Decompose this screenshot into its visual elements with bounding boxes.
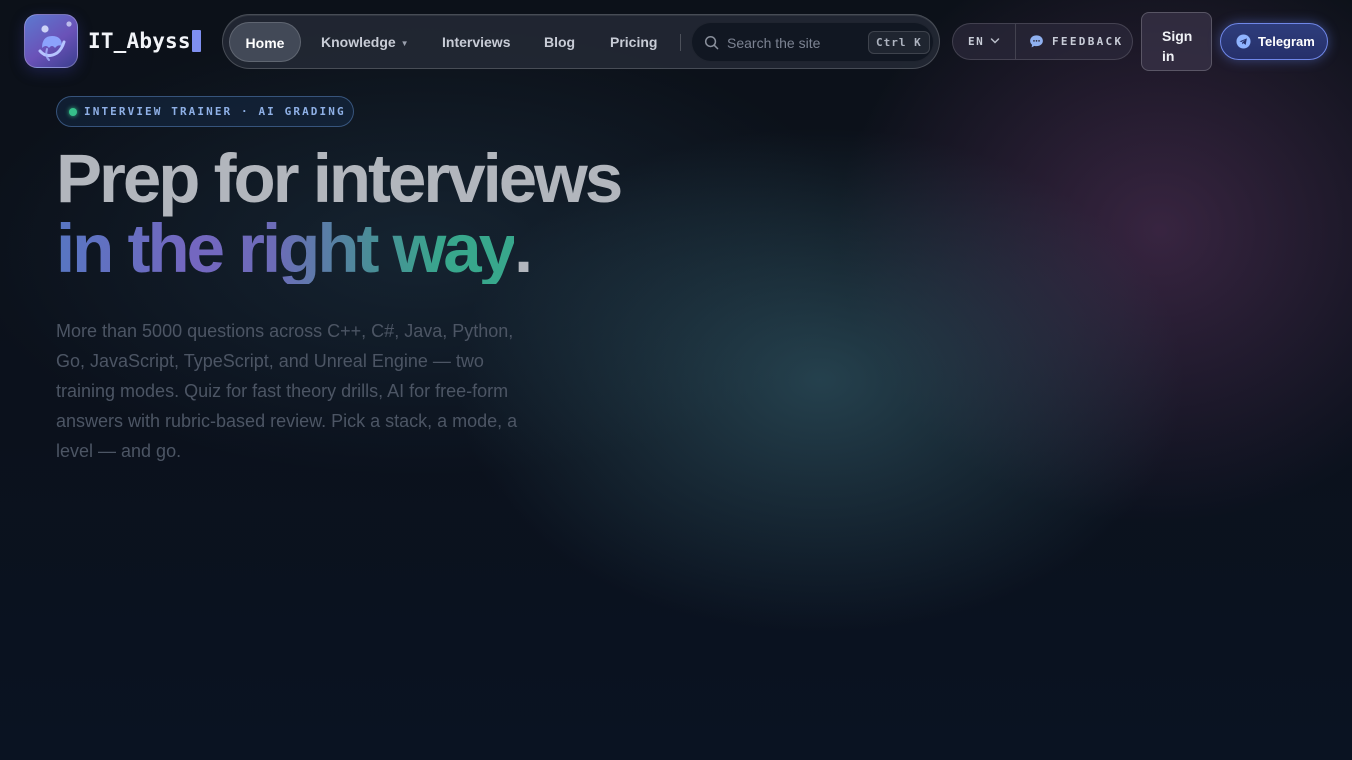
brand-name-text: IT_Abyss [88, 29, 191, 53]
status-dot-icon [69, 108, 77, 116]
search-icon [704, 35, 719, 50]
sign-in-button[interactable]: Sign in [1141, 12, 1212, 71]
telegram-label: Telegram [1258, 34, 1315, 49]
nav-divider [680, 34, 681, 51]
search-input[interactable] [727, 32, 862, 54]
hero-title-dot: . [514, 210, 533, 287]
jellyfish-icon [24, 14, 78, 68]
nav-interviews[interactable]: Interviews [442, 22, 510, 62]
nav-blog[interactable]: Blog [544, 22, 575, 62]
nav-home[interactable]: Home [229, 22, 301, 62]
language-switcher[interactable]: EN [953, 24, 1015, 59]
hero-badge: INTERVIEW TRAINER · AI GRADING [56, 96, 354, 127]
hero-title: Prep for interviews in the right way. [56, 144, 816, 284]
caret-down-icon: ▼ [400, 39, 409, 48]
chevron-down-icon [990, 38, 1000, 44]
lang-feedback-group: EN FEEDBACK [952, 23, 1133, 60]
hero-badge-text: INTERVIEW TRAINER · AI GRADING [84, 105, 346, 118]
hero-description: More than 5000 questions across C++, C#,… [56, 321, 518, 461]
main-nav: Home Knowledge ▼ Interviews Blog Pricing … [222, 14, 940, 69]
nav-pricing[interactable]: Pricing [610, 22, 657, 62]
nav-knowledge[interactable]: Knowledge ▼ [321, 22, 409, 62]
brand-name: IT_Abyss [88, 29, 201, 53]
hero-title-line2: in the right way [56, 210, 517, 287]
cursor-caret [191, 30, 201, 52]
search-shortcut-hint: Ctrl K [868, 31, 930, 54]
site-header: IT_Abyss Home Knowledge ▼ Interviews Blog… [0, 0, 1352, 82]
hero-title-line1: Prep for interviews [56, 140, 623, 217]
telegram-icon [1236, 34, 1251, 49]
brand-logo-link[interactable]: IT_Abyss [24, 14, 201, 68]
chat-bubble-icon [1030, 35, 1043, 48]
feedback-label: FEEDBACK [1052, 35, 1124, 48]
feedback-button[interactable]: FEEDBACK [1016, 24, 1133, 59]
search-box[interactable]: Ctrl K [691, 22, 934, 62]
language-label: EN [968, 35, 985, 48]
telegram-button[interactable]: Telegram [1220, 23, 1328, 60]
nav-knowledge-label: Knowledge [321, 34, 396, 50]
